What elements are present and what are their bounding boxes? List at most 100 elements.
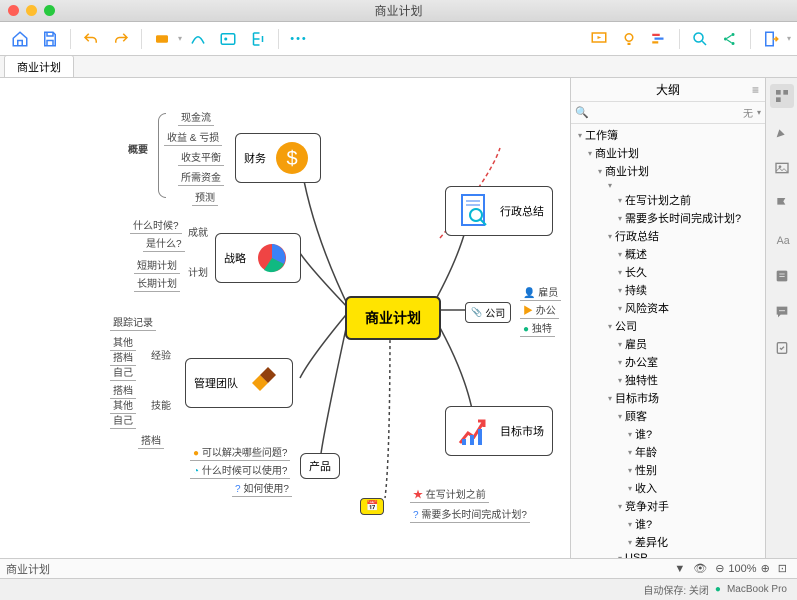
gantt-button[interactable] xyxy=(645,27,673,51)
outline-item[interactable]: ▾收入 xyxy=(571,479,765,497)
outline-item[interactable]: ▾行政总结 xyxy=(571,227,765,245)
image-panel-button[interactable] xyxy=(770,156,794,180)
comments-panel-button[interactable] xyxy=(770,300,794,324)
redo-button[interactable] xyxy=(107,27,135,51)
market-label: 目标市场 xyxy=(500,423,544,439)
branch-exec[interactable]: 行政总结 xyxy=(445,186,553,236)
leaf[interactable]: 收益 & 亏损 xyxy=(164,128,222,146)
outline-item[interactable]: ▾雇员 xyxy=(571,335,765,353)
flag-panel-button[interactable] xyxy=(770,192,794,216)
root-node[interactable]: 商业计划 xyxy=(345,296,441,340)
leaf[interactable]: 短期计划 xyxy=(134,256,180,274)
leaf[interactable]: 自己 xyxy=(110,411,136,429)
boundary-button[interactable] xyxy=(214,27,242,51)
outline-item[interactable]: ▾在写计划之前 xyxy=(571,191,765,209)
outline-item[interactable]: ▾公司 xyxy=(571,317,765,335)
branch-company[interactable]: 📎公司 xyxy=(465,302,511,323)
outline-item[interactable]: ▾风险资本 xyxy=(571,299,765,317)
leaf[interactable]: ★ 在写计划之前 xyxy=(410,485,489,503)
fit-button[interactable]: ⊡ xyxy=(778,562,787,575)
inspector-panel: Aa xyxy=(765,78,797,570)
leaf[interactable]: 现金流 xyxy=(178,108,214,126)
export-button[interactable] xyxy=(757,27,785,51)
outline-search-input[interactable] xyxy=(593,107,739,119)
outline-item[interactable]: ▾持续 xyxy=(571,281,765,299)
leaf[interactable]: 所需资金 xyxy=(178,168,224,186)
group-label[interactable]: 经验 xyxy=(148,346,174,363)
undo-button[interactable] xyxy=(77,27,105,51)
zoom-out-button[interactable]: ⊖ xyxy=(715,562,724,575)
group-label[interactable]: 计划 xyxy=(185,263,211,280)
branch-team[interactable]: 管理团队 xyxy=(185,358,293,408)
leaf[interactable]: 搭档 xyxy=(138,431,164,449)
outline-item[interactable]: ▾顾客 xyxy=(571,407,765,425)
outline-item[interactable]: ▾谁? xyxy=(571,515,765,533)
group-label[interactable]: 技能 xyxy=(148,396,174,413)
presentation-button[interactable] xyxy=(585,27,613,51)
outline-item[interactable]: ▾办公室 xyxy=(571,353,765,371)
leaf[interactable]: ? 如何使用? xyxy=(232,479,292,497)
svg-text:Aa: Aa xyxy=(776,235,789,247)
leaf[interactable]: ◔ 什么时候可以使用? xyxy=(190,461,290,479)
filter-icon[interactable]: ▼ xyxy=(674,563,685,575)
leaf[interactable]: 自己 xyxy=(110,363,136,381)
search-button[interactable] xyxy=(686,27,714,51)
outline-item[interactable]: ▾长久 xyxy=(571,263,765,281)
notes-panel-button[interactable] xyxy=(770,264,794,288)
leaf[interactable]: ? 需要多长时间完成计划? xyxy=(410,505,530,523)
home-button[interactable] xyxy=(6,27,34,51)
leaf[interactable]: 👤 雇员 xyxy=(520,283,561,301)
branch-product[interactable]: 产品 xyxy=(300,453,340,479)
leaf[interactable]: ● 可以解决哪些问题? xyxy=(190,443,290,461)
share-button[interactable] xyxy=(716,27,744,51)
outline-item[interactable]: ▾谁? xyxy=(571,425,765,443)
outline-item[interactable]: ▾需要多长时间完成计划? xyxy=(571,209,765,227)
outline-item[interactable]: ▾工作簿 xyxy=(571,126,765,144)
group-label[interactable]: 成就 xyxy=(185,223,211,240)
outline-item[interactable]: ▾商业计划 xyxy=(571,162,765,180)
branch-strategy[interactable]: 战略 xyxy=(215,233,301,283)
breadcrumb[interactable]: 商业计划 xyxy=(6,561,50,577)
outline-item[interactable]: ▾目标市场 xyxy=(571,389,765,407)
leaf[interactable]: ● 独特 xyxy=(520,319,555,337)
zoom-in-button[interactable]: ⊕ xyxy=(761,562,770,575)
outline-item[interactable]: ▾差异化 xyxy=(571,533,765,551)
text-panel-button[interactable]: Aa xyxy=(770,228,794,252)
outline-search-bar: 🔍 无 ▾ xyxy=(571,102,765,124)
branch-market[interactable]: 目标市场 xyxy=(445,406,553,456)
format-panel-button[interactable] xyxy=(770,84,794,108)
branch-finance[interactable]: 财务 $ xyxy=(235,133,321,183)
more-button[interactable]: ••• xyxy=(285,27,313,51)
topic-button[interactable] xyxy=(148,27,176,51)
leaf[interactable]: 收支平衡 xyxy=(178,148,224,166)
eye-icon[interactable]: 👁 xyxy=(693,562,707,575)
zoom-level[interactable]: 100% xyxy=(728,563,756,575)
leaf[interactable]: 长期计划 xyxy=(134,274,180,292)
outline-item[interactable]: ▾性别 xyxy=(571,461,765,479)
floating-topic[interactable]: 📅 xyxy=(360,498,384,515)
leaf[interactable]: 是什么? xyxy=(143,234,185,252)
tab-main[interactable]: 商业计划 xyxy=(4,55,74,77)
outline-item[interactable]: ▾年龄 xyxy=(571,443,765,461)
outline-item[interactable]: ▾概述 xyxy=(571,245,765,263)
task-panel-button[interactable] xyxy=(770,336,794,360)
outline-menu-icon[interactable]: ≡ xyxy=(752,83,759,97)
leaf[interactable]: ▶ 办公 xyxy=(520,301,559,319)
marker-panel-button[interactable] xyxy=(770,120,794,144)
strategy-label: 战略 xyxy=(224,250,246,266)
save-button[interactable] xyxy=(36,27,64,51)
mindmap-canvas[interactable]: 商业计划 财务 $ 现金流 收益 & 亏损 收支平衡 所需资金 预测 概要 战略… xyxy=(0,78,570,570)
outline-filter[interactable]: 无 xyxy=(743,105,753,120)
summary-button[interactable] xyxy=(244,27,272,51)
outline-tree[interactable]: ▾工作簿▾商业计划▾商业计划▾▾在写计划之前▾需要多长时间完成计划?▾行政总结▾… xyxy=(571,124,765,570)
leaf[interactable]: 什么时候? xyxy=(130,216,182,234)
brainstorm-button[interactable] xyxy=(615,27,643,51)
leaf[interactable]: 跟踪记录 xyxy=(110,313,156,331)
outline-item[interactable]: ▾独特性 xyxy=(571,371,765,389)
outline-item[interactable]: ▾竞争对手 xyxy=(571,497,765,515)
outline-item[interactable]: ▾ xyxy=(571,180,765,191)
leaf[interactable]: 预测 xyxy=(192,188,218,206)
outline-item[interactable]: ▾商业计划 xyxy=(571,144,765,162)
relationship-button[interactable] xyxy=(184,27,212,51)
summary-label[interactable]: 概要 xyxy=(125,140,151,157)
